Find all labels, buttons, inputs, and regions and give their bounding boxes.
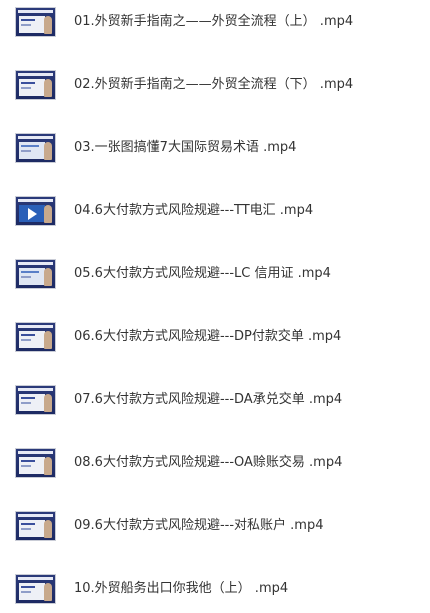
file-name: 01.外贸新手指南之——外贸全流程（上） .mp4 xyxy=(74,14,354,29)
file-item-10[interactable]: 10.外贸船务出口你我他（上） .mp4 xyxy=(0,569,430,609)
video-thumbnail-icon xyxy=(15,574,56,604)
file-name: 10.外贸船务出口你我他（上） .mp4 xyxy=(74,581,289,596)
file-item-09[interactable]: 09.6大付款方式风险规避---对私账户 .mp4 xyxy=(0,506,430,546)
file-name: 06.6大付款方式风险规避---DP付款交单 .mp4 xyxy=(74,329,342,344)
video-thumbnail-icon xyxy=(15,322,56,352)
video-thumbnail-icon xyxy=(15,448,56,478)
video-file-list: 01.外贸新手指南之——外贸全流程（上） .mp4 02.外贸新手指南之——外贸… xyxy=(0,0,430,613)
video-thumbnail-icon xyxy=(15,70,56,100)
file-item-04[interactable]: 04.6大付款方式风险规避---TT电汇 .mp4 xyxy=(0,191,430,231)
file-item-08[interactable]: 08.6大付款方式风险规避---OA赊账交易 .mp4 xyxy=(0,443,430,483)
video-thumbnail-icon xyxy=(15,385,56,415)
file-item-05[interactable]: 05.6大付款方式风险规避---LC 信用证 .mp4 xyxy=(0,254,430,294)
video-thumbnail-icon xyxy=(15,196,56,226)
file-item-03[interactable]: 03.一张图搞懂7大国际贸易术语 .mp4 xyxy=(0,128,430,168)
video-thumbnail-icon xyxy=(15,133,56,163)
file-name: 02.外贸新手指南之——外贸全流程（下） .mp4 xyxy=(74,77,354,92)
file-item-06[interactable]: 06.6大付款方式风险规避---DP付款交单 .mp4 xyxy=(0,317,430,357)
file-name: 03.一张图搞懂7大国际贸易术语 .mp4 xyxy=(74,140,297,155)
video-thumbnail-icon xyxy=(15,511,56,541)
video-thumbnail-icon xyxy=(15,7,56,37)
file-name: 09.6大付款方式风险规避---对私账户 .mp4 xyxy=(74,518,324,533)
file-name: 08.6大付款方式风险规避---OA赊账交易 .mp4 xyxy=(74,455,343,470)
file-name: 04.6大付款方式风险规避---TT电汇 .mp4 xyxy=(74,203,314,218)
file-name: 07.6大付款方式风险规避---DA承兑交单 .mp4 xyxy=(74,392,343,407)
file-item-02[interactable]: 02.外贸新手指南之——外贸全流程（下） .mp4 xyxy=(0,65,430,105)
video-thumbnail-icon xyxy=(15,259,56,289)
file-item-07[interactable]: 07.6大付款方式风险规避---DA承兑交单 .mp4 xyxy=(0,380,430,420)
file-name: 05.6大付款方式风险规避---LC 信用证 .mp4 xyxy=(74,266,331,281)
file-item-01[interactable]: 01.外贸新手指南之——外贸全流程（上） .mp4 xyxy=(0,2,430,42)
